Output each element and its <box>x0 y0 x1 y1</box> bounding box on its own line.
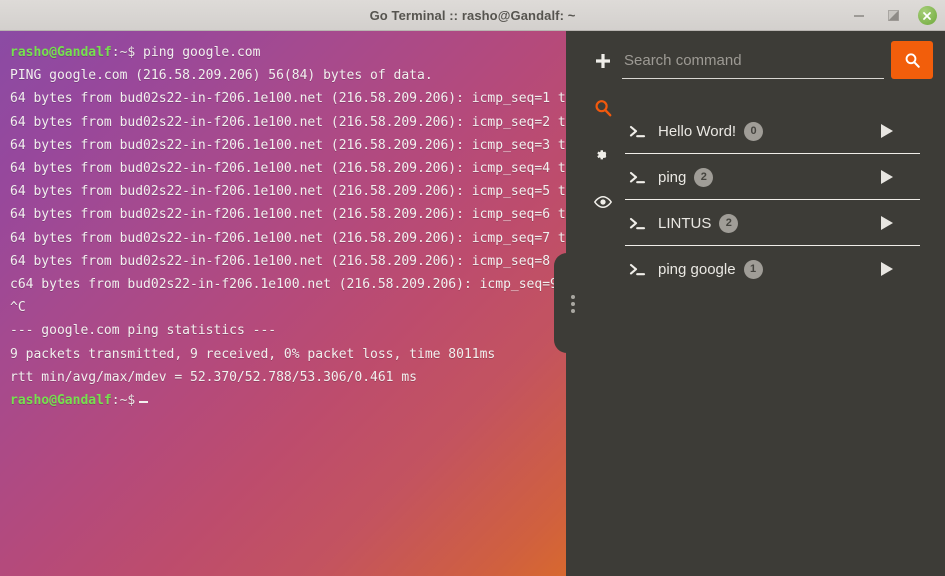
terminal-line: rasho@Gandalf:~$ ping google.com <box>10 41 580 64</box>
terminal-line: 64 bytes from bud02s22-in-f206.1e100.net… <box>10 230 580 246</box>
play-icon[interactable] <box>879 122 895 140</box>
eye-icon <box>593 195 613 209</box>
command-list-item[interactable]: Hello Word! 0 <box>625 108 925 154</box>
close-button[interactable] <box>917 6 937 26</box>
maximize-button[interactable] <box>883 6 903 26</box>
search-submit-button[interactable] <box>891 41 933 79</box>
plus-icon <box>594 52 612 70</box>
command-list-item[interactable]: ping google 1 <box>625 246 925 292</box>
play-icon[interactable] <box>879 214 895 232</box>
command-sidebar: Hello Word! 0 ping 2 LINTUS 2 ping google 1 <box>580 31 945 576</box>
terminal-prompt-icon <box>623 124 651 139</box>
title-bar: Go Terminal :: rasho@Gandalf: ~ <box>0 0 945 31</box>
terminal-line: ^C <box>10 300 26 316</box>
terminal-line: c64 bytes from bud02s22-in-f206.1e100.ne… <box>10 277 558 293</box>
terminal-line: 64 bytes from bud02s22-in-f206.1e100.net… <box>10 253 580 269</box>
terminal-line: rasho@Gandalf:~$ <box>10 389 580 412</box>
search-icon <box>594 99 612 117</box>
terminal-prompt-user: rasho@Gandalf <box>10 393 112 409</box>
command-count-badge: 2 <box>719 213 739 233</box>
play-icon[interactable] <box>879 168 895 186</box>
add-command-button[interactable] <box>589 47 617 75</box>
terminal-line: 9 packets transmitted, 9 received, 0% pa… <box>10 346 496 362</box>
terminal-prompt-path: :~$ <box>111 393 136 409</box>
command-label: LINTUS <box>658 214 712 232</box>
window-title: Go Terminal :: rasho@Gandalf: ~ <box>369 7 576 23</box>
terminal-line: rtt min/avg/max/mdev = 52.370/52.788/53.… <box>10 369 417 385</box>
terminal-line: 64 bytes from bud02s22-in-f206.1e100.net… <box>10 114 580 130</box>
command-count-badge: 0 <box>744 121 764 141</box>
play-icon[interactable] <box>879 260 895 278</box>
drag-handle-icon[interactable] <box>571 295 575 313</box>
command-list: Hello Word! 0 ping 2 LINTUS 2 ping google 1 <box>625 108 925 292</box>
command-list-item[interactable]: ping 2 <box>625 154 925 200</box>
terminal-prompt-user: rasho@Gandalf <box>10 45 112 60</box>
search-commands-button[interactable] <box>589 94 617 122</box>
terminal-line: 64 bytes from bud02s22-in-f206.1e100.net… <box>10 207 580 223</box>
command-list-item[interactable]: LINTUS 2 <box>625 200 925 246</box>
terminal-line: 64 bytes from bud02s22-in-f206.1e100.net… <box>10 184 580 200</box>
search-icon <box>904 52 921 69</box>
settings-button[interactable] <box>589 141 617 169</box>
close-icon <box>917 6 937 25</box>
command-label: ping google <box>658 260 736 278</box>
sidebar-icon-rail <box>580 31 625 576</box>
minimize-icon <box>854 14 864 17</box>
command-label: Hello Word! <box>658 122 737 140</box>
terminal-prompt-icon <box>623 170 651 185</box>
terminal-prompt-path: :~$ <box>111 45 136 60</box>
terminal-command-text: ping google.com <box>135 45 261 60</box>
command-label: ping <box>658 168 687 186</box>
search-input[interactable] <box>622 47 884 79</box>
terminal-line: 64 bytes from bud02s22-in-f206.1e100.net… <box>10 137 580 153</box>
search-row <box>622 41 945 89</box>
terminal-line: PING google.com (216.58.209.206) 56(84) … <box>10 68 433 84</box>
command-count-badge: 1 <box>743 259 763 279</box>
minimize-button[interactable] <box>849 6 869 26</box>
gear-icon <box>594 146 612 164</box>
app-window: Go Terminal :: rasho@Gandalf: ~ rasho@Ga… <box>0 0 945 576</box>
divider-tab <box>554 253 568 353</box>
window-controls <box>849 0 937 31</box>
terminal-pane[interactable]: rasho@Gandalf:~$ ping google.com PING goo… <box>0 31 580 576</box>
terminal-line: --- google.com ping statistics --- <box>10 323 277 339</box>
command-count-badge: 2 <box>694 167 714 187</box>
preview-button[interactable] <box>589 188 617 216</box>
maximize-icon <box>887 10 899 21</box>
terminal-prompt-icon <box>623 262 651 277</box>
terminal-prompt-icon <box>623 216 651 231</box>
terminal-line: 64 bytes from bud02s22-in-f206.1e100.net… <box>10 91 580 107</box>
terminal-cursor <box>139 401 149 404</box>
terminal-line: 64 bytes from bud02s22-in-f206.1e100.net… <box>10 161 580 177</box>
terminal-output: rasho@Gandalf:~$ ping google.com PING goo… <box>10 41 580 412</box>
search-input-wrap <box>622 47 884 79</box>
